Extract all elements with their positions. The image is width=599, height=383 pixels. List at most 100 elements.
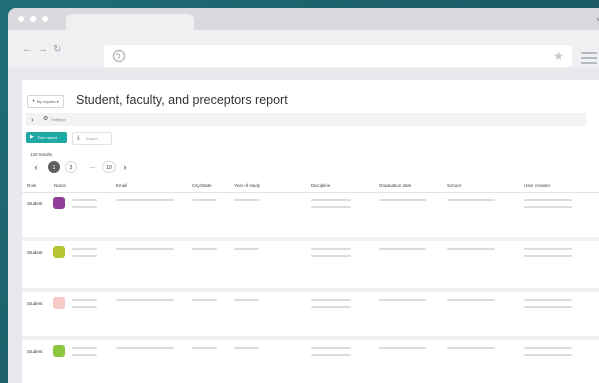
avatar [53,297,65,309]
placeholder-line [116,248,174,250]
column-header-graduation-date[interactable]: Graduation date [379,179,411,192]
gear-icon: ⚙ [43,116,49,122]
placeholder-line [379,347,426,349]
results-count: 120 results [30,152,53,157]
placeholder-line [116,299,174,301]
placeholder-line [524,299,572,301]
play-icon: ▶ [30,134,34,140]
placeholder-line [524,306,572,308]
placeholder-line [379,248,426,250]
settings-bar[interactable]: › ⚙ Settings [26,113,586,126]
placeholder-line [192,199,217,201]
row-role: Student [27,201,43,206]
page-title: Student, faculty, and preceptors report [76,93,288,107]
address-bar[interactable]: ★ [104,45,572,67]
placeholder-line [447,299,495,301]
window-minimize-dot[interactable] [30,16,36,22]
browser-toolbar: ← → ↻ ★ [8,30,599,68]
table-row[interactable]: Student [22,341,599,383]
placeholder-line [311,248,351,250]
placeholder-line [192,248,217,250]
placeholder-line [192,299,217,301]
placeholder-line [72,354,97,356]
column-header-role[interactable]: Role [27,179,36,192]
row-divider [22,288,599,292]
table-row[interactable]: Student [22,193,599,238]
run-report-label: Run report [38,135,57,140]
column-header-discipline[interactable]: Discipline [311,179,330,192]
placeholder-line [524,347,572,349]
pagination-prev-button[interactable]: ‹ [30,161,42,173]
placeholder-line [72,299,97,301]
placeholder-line [72,255,97,257]
placeholder-line [311,255,351,257]
placeholder-line [447,199,495,201]
avatar [53,345,65,357]
column-header-year-of-study[interactable]: Year of study [234,179,260,192]
placeholder-line [447,347,495,349]
column-header-email[interactable]: Email [116,179,127,192]
table-row[interactable]: Student [22,242,599,287]
hamburger-icon[interactable] [581,52,597,67]
placeholder-line [524,248,572,250]
table-row[interactable]: Student [22,293,599,338]
placeholder-line [524,206,572,208]
my-reports-dropdown[interactable]: + My reports ▾ [27,95,64,108]
placeholder-line [72,306,97,308]
download-icon: ⤓ [77,135,80,141]
browser-tab[interactable] [66,14,194,30]
placeholder-line [311,306,351,308]
plus-icon: + [32,99,36,105]
row-role: Student [27,250,43,255]
placeholder-line [447,248,495,250]
row-role: Student [27,301,43,306]
pagination-next-button[interactable]: › [119,161,131,173]
row-role: Student [27,349,43,354]
placeholder-line [234,248,259,250]
export-label: Export [86,136,98,141]
placeholder-line [234,199,259,201]
settings-label: Settings [51,117,66,122]
browser-titlebar: ⤢ [8,8,599,30]
placeholder-line [192,347,217,349]
column-header-city-state[interactable]: City/State [192,179,212,192]
avatar [53,197,65,209]
pagination-page-last[interactable]: 10 [102,161,116,173]
placeholder-line [311,206,351,208]
placeholder-line [379,299,426,301]
pagination-page-2[interactable]: 2 [65,161,77,173]
column-header-school[interactable]: School [447,179,461,192]
report-page: + My reports ▾ Student, faculty, and pre… [22,80,599,383]
pagination-ellipsis: ... [90,164,96,170]
placeholder-line [379,199,426,201]
placeholder-line [234,299,259,301]
chevron-right-icon[interactable]: › [31,113,34,126]
export-button[interactable]: ⤓ Export [72,132,112,145]
arrow-left-icon[interactable]: ← [22,44,33,55]
placeholder-line [311,347,351,349]
placeholder-line [116,199,174,201]
placeholder-line [116,347,174,349]
column-header-user-created[interactable]: User created [524,179,550,192]
pagination-page-1[interactable]: 1 [48,161,60,173]
window-close-dot[interactable] [18,16,24,22]
placeholder-line [72,199,97,201]
placeholder-line [524,199,572,201]
globe-icon [112,49,126,63]
placeholder-line [524,255,572,257]
placeholder-line [311,199,351,201]
reload-icon[interactable]: ↻ [53,44,61,55]
browser-window: ⤢ ← → ↻ ★ + My reports ▾ Student, facult… [8,8,599,383]
arrow-right-icon[interactable]: → [37,44,48,55]
placeholder-line [72,206,97,208]
column-header-name[interactable]: Name [54,179,66,192]
table-header: Role Name Email City/State Year of study… [22,179,599,193]
avatar [53,246,65,258]
window-maximize-dot[interactable] [42,16,48,22]
placeholder-line [72,347,97,349]
star-icon[interactable]: ★ [553,49,564,63]
run-report-button[interactable]: ▶ Run report [26,132,67,143]
caret-down-icon: ▾ [56,99,59,104]
placeholder-line [311,299,351,301]
row-divider [22,336,599,340]
